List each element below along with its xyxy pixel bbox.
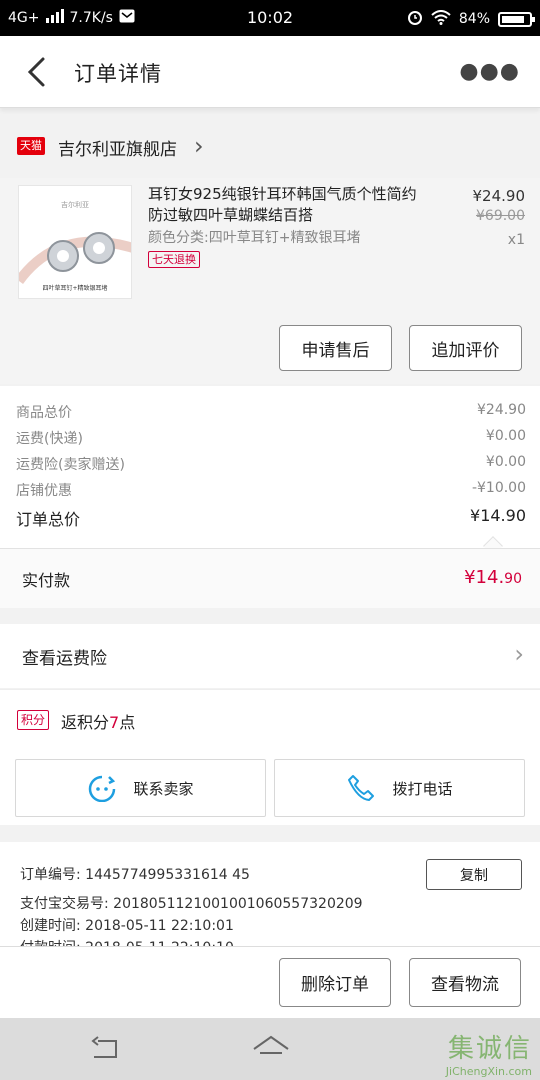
- amount-decimal: 90: [504, 571, 522, 587]
- page-title: 订单详情: [74, 62, 162, 86]
- order-number: 订单编号: 1445774995331614 45: [20, 867, 250, 883]
- alarm-icon: [407, 9, 423, 29]
- watermark: 集诚信 JiChengXin.com: [446, 1028, 532, 1078]
- chat-icon: [89, 775, 116, 802]
- view-shipping-insurance-row[interactable]: 查看运费险 ›: [0, 624, 540, 688]
- status-bar: 4G+ 7.7K/s 10:02 84%: [0, 0, 540, 36]
- created-time: 创建时间: 2018-05-11 22:10:01: [20, 918, 234, 934]
- points-count: 7: [109, 713, 120, 732]
- nav-home-icon: [253, 1035, 289, 1054]
- product-original-price: ¥69.00: [476, 208, 525, 224]
- product-image[interactable]: 吉尔利亚 四叶草耳钉+精致银耳堵: [18, 185, 132, 299]
- contact-section: 联系卖家 拨打电话: [0, 749, 540, 825]
- goods-total-label: 商品总价: [16, 405, 72, 421]
- price-summary: 商品总价 ¥24.90 运费(快递) ¥0.00 运费险(卖家赠送) ¥0.00…: [0, 386, 540, 556]
- discount-row: 店铺优惠 -¥10.00: [16, 480, 526, 500]
- tmall-badge: 天猫: [17, 137, 45, 155]
- product-quantity: x1: [507, 232, 525, 248]
- battery-icon: [498, 11, 535, 27]
- chevron-right-icon: ›: [194, 132, 204, 160]
- nav-back-button[interactable]: [88, 1035, 120, 1065]
- back-button[interactable]: [18, 54, 54, 90]
- goods-total-row: 商品总价 ¥24.90: [16, 402, 526, 422]
- system-nav-bar: 集诚信 JiChengXin.com: [0, 1018, 540, 1080]
- points-prefix: 返积分: [61, 713, 110, 732]
- more-dots-icon: ●●●: [459, 59, 520, 84]
- order-info-section: 订单编号: 1445774995331614 45 复制 支付宝交易号: 201…: [0, 842, 540, 946]
- watermark-en: JiChengXin.com: [445, 1065, 532, 1078]
- product-variant: 颜色分类:四叶草耳钉+精致银耳堵: [148, 230, 361, 246]
- amount-main: ¥14.: [464, 567, 505, 588]
- store-row[interactable]: 天猫 吉尔利亚旗舰店 ›: [0, 118, 540, 176]
- product-price: ¥24.90: [472, 187, 526, 205]
- watermark-cn: 集诚信: [447, 1034, 532, 1064]
- battery-percent: 84%: [458, 11, 490, 27]
- goods-total-value: ¥24.90: [477, 402, 526, 418]
- back-arrow-icon: [27, 57, 45, 87]
- view-shipping-insurance-label: 查看运费险: [22, 649, 107, 669]
- add-review-button[interactable]: 追加评价: [409, 325, 522, 371]
- points-row: 积分 返积分7点: [0, 689, 540, 749]
- order-total-label: 订单总价: [16, 510, 81, 529]
- insurance-value: ¥0.00: [485, 454, 526, 470]
- contact-seller-label: 联系卖家: [133, 779, 194, 798]
- status-right: 84%: [407, 9, 535, 29]
- points-suffix: 点: [119, 713, 136, 732]
- actual-payment-label: 实付款: [22, 571, 71, 590]
- top-nav-bar: 订单详情 ●●●: [0, 36, 540, 108]
- actual-payment-row: 实付款 ¥14.90: [0, 548, 540, 608]
- points-text: 返积分7点: [61, 709, 135, 733]
- discount-value: -¥10.00: [471, 480, 526, 496]
- copy-button[interactable]: 复制: [426, 859, 522, 890]
- points-badge: 积分: [17, 710, 50, 730]
- wifi-icon: [431, 9, 451, 29]
- chevron-right-icon: ›: [514, 640, 524, 668]
- apply-aftersale-button[interactable]: 申请售后: [279, 325, 392, 371]
- product-title[interactable]: 耳钉女925纯银针耳环韩国气质个性简约防过敏四叶草蝴蝶结百搭: [148, 184, 420, 226]
- call-phone-button[interactable]: 拨打电话: [274, 759, 525, 817]
- alipay-transaction-number: 支付宝交易号: 2018051121001001060557320209: [20, 896, 363, 912]
- bottom-action-bar: 删除订单 查看物流: [0, 946, 540, 1018]
- store-name: 吉尔利亚旗舰店: [58, 140, 177, 160]
- discount-label: 店铺优惠: [16, 483, 72, 499]
- paid-time: 付款时间: 2018-05-11 22:10:10: [20, 937, 234, 946]
- image-caption: 四叶草耳钉+精致银耳堵: [42, 285, 108, 292]
- order-total-value: ¥14.90: [470, 506, 526, 525]
- actual-payment-amount: ¥14.90: [464, 567, 522, 588]
- order-total-row: 订单总价 ¥14.90: [16, 506, 526, 530]
- shipping-label: 运费(快递): [16, 431, 83, 447]
- insurance-label: 运费险(卖家赠送): [16, 457, 125, 473]
- call-phone-label: 拨打电话: [392, 779, 453, 798]
- nav-back-icon: [91, 1036, 117, 1058]
- return-policy-badge: 七天退换: [148, 251, 200, 268]
- more-menu-button[interactable]: ●●●: [459, 59, 520, 84]
- view-logistics-button[interactable]: 查看物流: [409, 958, 521, 1007]
- nav-home-button[interactable]: [252, 1035, 290, 1065]
- insurance-row: 运费险(卖家赠送) ¥0.00: [16, 454, 526, 474]
- shipping-value: ¥0.00: [485, 428, 526, 444]
- shipping-row: 运费(快递) ¥0.00: [16, 428, 526, 448]
- contact-seller-button[interactable]: 联系卖家: [15, 759, 266, 817]
- phone-icon: [348, 775, 375, 801]
- delete-order-button[interactable]: 删除订单: [279, 958, 391, 1007]
- product-item: 吉尔利亚 四叶草耳钉+精致银耳堵 耳钉女925纯银针耳环韩国气质个性简约防过敏四…: [0, 178, 540, 384]
